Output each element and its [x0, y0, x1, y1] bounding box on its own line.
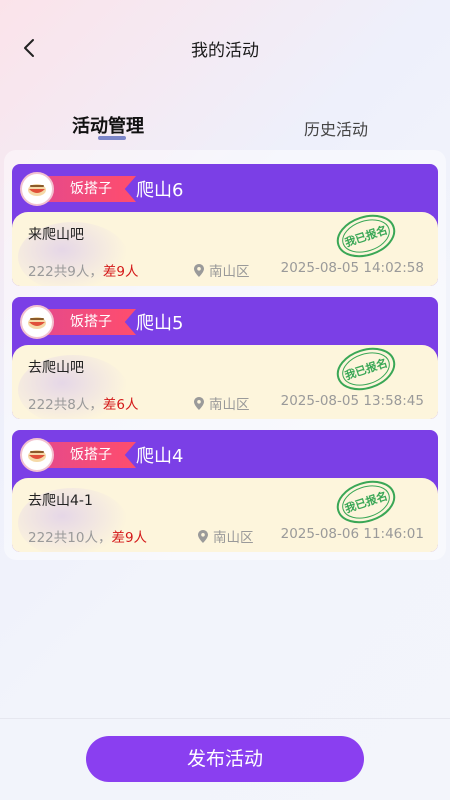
- shortage-text: 差6人: [102, 397, 139, 413]
- location: 南山区: [198, 526, 254, 546]
- card-meta: 222共10人，差9人 南山区 2025-08-06 11:46:01: [28, 526, 424, 546]
- card-meta: 222共8人，差6人 南山区 2025-08-05 13:58:45: [28, 393, 424, 413]
- count-text: 222共9人，: [28, 264, 103, 280]
- shortage-text: 差9人: [102, 264, 139, 280]
- card-meta: 222共9人，差9人 南山区 2025-08-05 14:02:58: [28, 260, 424, 280]
- participant-count: 222共8人，差6人: [28, 393, 138, 413]
- count-text: 222共8人，: [28, 397, 103, 413]
- avatar: [20, 305, 54, 339]
- card-title: 爬山5: [136, 313, 184, 334]
- location-pin-icon: [194, 397, 204, 410]
- food-avatar-icon: [28, 450, 46, 462]
- card-title: 爬山6: [136, 180, 184, 201]
- category-tag: 饭搭子: [42, 309, 136, 335]
- card-description: 去爬山吧: [28, 360, 84, 376]
- page-title: 我的活动: [191, 41, 259, 61]
- registered-stamp: 我已报名: [329, 338, 403, 400]
- count-text: 222共10人，: [28, 530, 112, 546]
- location-text: 南山区: [209, 397, 250, 413]
- activity-card[interactable]: 饭搭子 爬山6 来爬山吧 我已报名 222共9人，差9人 南山区 2025-08…: [12, 164, 438, 286]
- card-title: 爬山4: [136, 446, 184, 467]
- registered-stamp: 我已报名: [329, 471, 403, 533]
- avatar: [20, 172, 54, 206]
- activity-card[interactable]: 饭搭子 爬山4 去爬山4-1 我已报名 222共10人，差9人 南山区 2025…: [12, 430, 438, 552]
- card-body: 去爬山吧 我已报名 222共8人，差6人 南山区 2025-08-05 13:5…: [12, 345, 438, 419]
- location-text: 南山区: [213, 530, 254, 546]
- card-header: 饭搭子 爬山4: [12, 430, 438, 480]
- category-tag: 饭搭子: [42, 442, 136, 468]
- activity-card[interactable]: 饭搭子 爬山5 去爬山吧 我已报名 222共8人，差6人 南山区 2025-08…: [12, 297, 438, 419]
- tab-bar: 活动管理 历史活动: [0, 112, 450, 152]
- bottom-divider: [0, 718, 450, 719]
- food-avatar-icon: [28, 184, 46, 196]
- activity-time: 2025-08-06 11:46:01: [280, 526, 424, 542]
- participant-count: 222共9人，差9人: [28, 260, 138, 280]
- location: 南山区: [194, 393, 250, 413]
- tab-history-activity[interactable]: 历史活动: [304, 116, 368, 140]
- card-body: 来爬山吧 我已报名 222共9人，差9人 南山区 2025-08-05 14:0…: [12, 212, 438, 286]
- location-pin-icon: [198, 530, 208, 543]
- active-tab-indicator: [98, 136, 126, 140]
- card-description: 去爬山4-1: [28, 493, 93, 509]
- card-header: 饭搭子 爬山6: [12, 164, 438, 214]
- top-bar: 我的活动: [0, 0, 450, 96]
- shortage-text: 差9人: [111, 530, 148, 546]
- location-text: 南山区: [209, 264, 250, 280]
- participant-count: 222共10人，差9人: [28, 526, 147, 546]
- card-description: 来爬山吧: [28, 227, 84, 243]
- food-avatar-icon: [28, 317, 46, 329]
- card-body: 去爬山4-1 我已报名 222共10人，差9人 南山区 2025-08-06 1…: [12, 478, 438, 552]
- publish-activity-button[interactable]: 发布活动: [86, 736, 364, 782]
- activity-time: 2025-08-05 14:02:58: [280, 260, 424, 276]
- location-pin-icon: [194, 264, 204, 277]
- category-tag: 饭搭子: [42, 176, 136, 202]
- registered-stamp: 我已报名: [329, 205, 403, 267]
- tab-activity-management[interactable]: 活动管理: [72, 112, 144, 138]
- avatar: [20, 438, 54, 472]
- activity-time: 2025-08-05 13:58:45: [280, 393, 424, 409]
- location: 南山区: [194, 260, 250, 280]
- card-header: 饭搭子 爬山5: [12, 297, 438, 347]
